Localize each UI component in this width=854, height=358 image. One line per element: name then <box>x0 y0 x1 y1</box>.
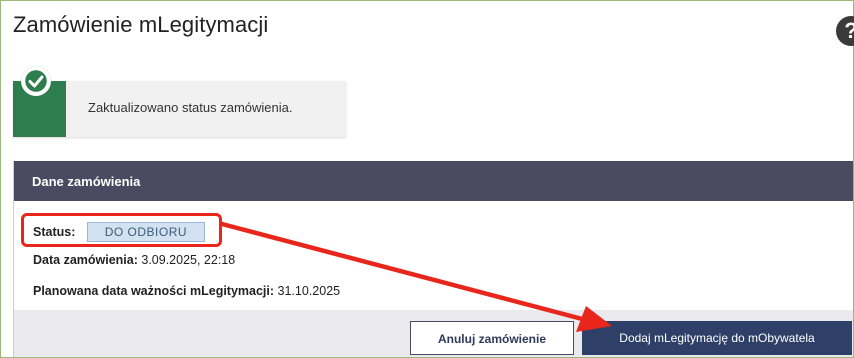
check-circle-icon <box>21 66 51 96</box>
add-to-mobywatel-button[interactable]: Dodaj mLegitymację do mObywatela <box>582 321 852 355</box>
annotation-highlight-box <box>21 213 222 247</box>
cancel-order-button[interactable]: Anuluj zamówienie <box>410 321 574 355</box>
order-details-card: Dane zamówienia Status: DO ODBIORU Data … <box>13 161 853 357</box>
page-title: Zamówienie mLegitymacji <box>13 12 269 37</box>
card-header: Dane zamówienia <box>14 161 853 201</box>
order-date-value: 3.09.2025, 22:18 <box>141 253 236 267</box>
expiry-date-value: 31.10.2025 <box>277 284 341 298</box>
expiry-date-label: Planowana data ważności mLegitymacji: <box>33 284 275 298</box>
card-footer: Anuluj zamówienie Dodaj mLegitymację do … <box>14 310 853 357</box>
order-date-label: Data zamówienia: <box>33 253 138 267</box>
card-header-title: Dane zamówienia <box>32 174 141 189</box>
order-date-row: Data zamówienia: 3.09.2025, 22:18 <box>33 253 235 267</box>
expiry-date-row: Planowana data ważności mLegitymacji: 31… <box>33 284 340 298</box>
success-notification: Zaktualizowano status zamówienia. <box>13 81 346 137</box>
notification-message: Zaktualizowano status zamówienia. <box>88 100 293 115</box>
